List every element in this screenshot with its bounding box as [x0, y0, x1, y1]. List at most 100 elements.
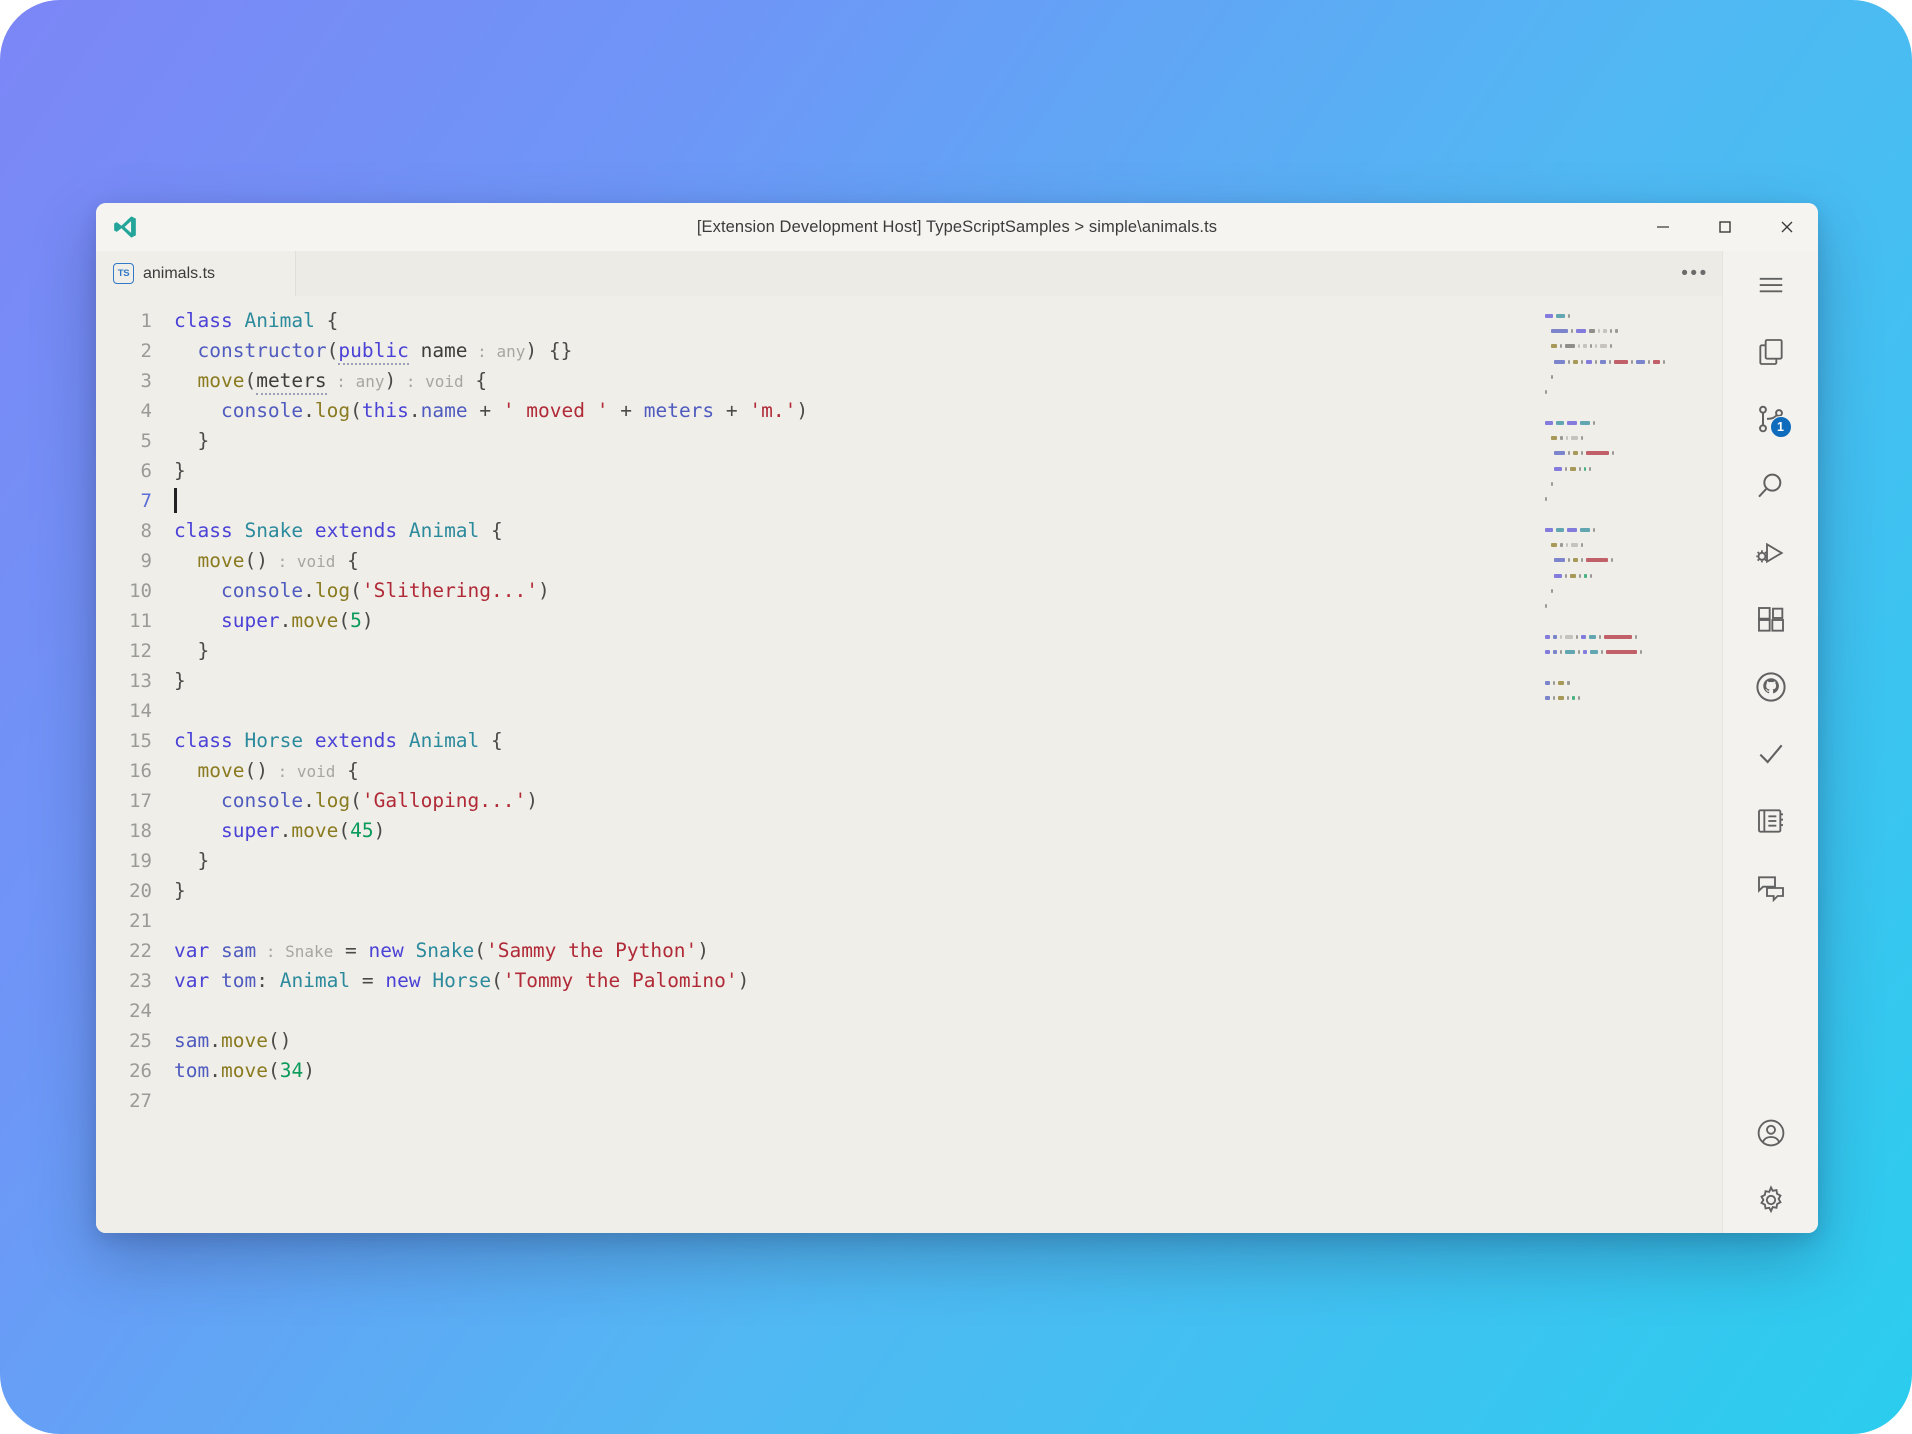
- minimap-token: [1610, 328, 1613, 333]
- minimap-token: [1599, 634, 1602, 639]
- minimap-line: [1545, 492, 1722, 507]
- minimap-token: [1653, 359, 1660, 364]
- minimize-button[interactable]: [1632, 203, 1694, 251]
- minimap-token: [1560, 650, 1563, 655]
- code-token: .: [209, 1029, 221, 1052]
- code-line[interactable]: 14: [96, 696, 1537, 726]
- vscode-logo-icon: [110, 212, 140, 242]
- activity-bar-item-run-and-debug[interactable]: [1723, 519, 1819, 586]
- close-button[interactable]: [1756, 203, 1818, 251]
- typescript-file-icon: TS: [113, 263, 134, 284]
- line-number: 7: [140, 490, 152, 512]
- code-line[interactable]: 10 console.log('Slithering...'): [96, 576, 1537, 606]
- activity-bar-item-notebook[interactable]: [1723, 787, 1819, 854]
- minimap-token: [1565, 573, 1568, 578]
- activity-bar-item-accounts[interactable]: [1723, 1099, 1819, 1166]
- code-line[interactable]: 17 console.log('Galloping...'): [96, 786, 1537, 816]
- code-token: (: [491, 969, 503, 992]
- activity-bar-item-search[interactable]: [1723, 452, 1819, 519]
- activity-bar-item-menu[interactable]: [1723, 251, 1819, 318]
- minimap[interactable]: [1537, 296, 1722, 1233]
- code-line[interactable]: 13}: [96, 666, 1537, 696]
- code-line[interactable]: 18 super.move(45): [96, 816, 1537, 846]
- activity-bar-item-chat[interactable]: [1723, 854, 1819, 921]
- maximize-button[interactable]: [1694, 203, 1756, 251]
- code-token: any: [355, 371, 385, 391]
- code-line[interactable]: 23 var tom: Animal = new Horse('Tommy the…: [96, 966, 1537, 996]
- code-token: class: [174, 729, 233, 752]
- code-text: }: [174, 666, 1537, 696]
- code-token: ' moved ': [502, 399, 609, 422]
- minimap-token: [1552, 634, 1558, 639]
- code-token: 5: [350, 609, 362, 632]
- code-token: (): [244, 758, 268, 782]
- code-token: (: [244, 368, 257, 392]
- code-text: sam.move(): [174, 1026, 1537, 1056]
- code-token: log: [314, 579, 351, 602]
- minimap-token: [1545, 696, 1550, 701]
- code-line[interactable]: 12 }: [96, 636, 1537, 666]
- activity-bar-item-settings[interactable]: [1723, 1166, 1819, 1233]
- minimap-line: [1545, 430, 1722, 445]
- activity-bar-item-github[interactable]: [1723, 653, 1819, 720]
- code-line[interactable]: 5 }: [96, 426, 1537, 456]
- code-line[interactable]: 21: [96, 906, 1537, 936]
- activity-bar-item-testing[interactable]: [1723, 720, 1819, 787]
- hamburger-menu-icon: [1756, 270, 1786, 300]
- code-text: class Snake extends Animal {: [174, 516, 1537, 546]
- code-line[interactable]: 25 sam.move(): [96, 1026, 1537, 1056]
- code-line[interactable]: 22 var sam : Snake = new Snake('Sammy the…: [96, 936, 1537, 966]
- code-token: tom: [220, 969, 257, 992]
- code-token: .: [279, 819, 292, 842]
- code-line[interactable]: 27: [96, 1086, 1537, 1116]
- code-line[interactable]: 24: [96, 996, 1537, 1026]
- code-token: (: [267, 1059, 280, 1082]
- activity-bar-item-source-control[interactable]: 1: [1723, 385, 1819, 452]
- code-line[interactable]: 11 super.move(5): [96, 606, 1537, 636]
- more-actions-button[interactable]: •••: [1668, 251, 1722, 296]
- activity-bar-item-explorer[interactable]: [1723, 318, 1819, 385]
- minimap-token: [1639, 650, 1642, 655]
- code-line[interactable]: 15 class Horse extends Animal {: [96, 726, 1537, 756]
- minimap-token: [1566, 436, 1569, 441]
- minimap-line: [1545, 369, 1722, 384]
- code-token: }: [197, 429, 210, 452]
- minimap-token: [1582, 344, 1588, 349]
- editor-column: TS animals.ts ••• 1 class Animal {2 const…: [96, 251, 1722, 1233]
- code-token: .: [303, 789, 315, 812]
- code-token: }: [197, 639, 210, 662]
- account-icon: [1755, 1117, 1787, 1149]
- tab-animals-ts[interactable]: TS animals.ts: [96, 251, 296, 296]
- minimap-token: [1565, 650, 1575, 655]
- code-editor[interactable]: 1 class Animal {2 constructor(public name…: [96, 296, 1722, 1233]
- code-line[interactable]: 19 }: [96, 846, 1537, 876]
- github-icon: [1755, 671, 1787, 703]
- code-line[interactable]: 8 class Snake extends Animal {: [96, 516, 1537, 546]
- code-token: class: [174, 309, 233, 332]
- code-line[interactable]: 16 move() : void {: [96, 756, 1537, 786]
- code-text: }: [174, 456, 1537, 486]
- code-lines-container[interactable]: 1 class Animal {2 constructor(public name…: [96, 296, 1537, 1233]
- code-line[interactable]: 4 console.log(this.name + ' moved ' + me…: [96, 396, 1537, 426]
- code-line[interactable]: 6}: [96, 456, 1537, 486]
- code-token: :: [267, 551, 297, 571]
- code-line[interactable]: 20}: [96, 876, 1537, 906]
- code-line[interactable]: 1 class Animal {: [96, 306, 1537, 336]
- line-number: 10: [129, 580, 152, 602]
- code-token: log: [314, 789, 351, 812]
- code-line[interactable]: 26 tom.move(34): [96, 1056, 1537, 1086]
- code-line[interactable]: 2 constructor(public name : any) {}: [96, 336, 1537, 366]
- activity-bar-item-extensions[interactable]: [1723, 586, 1819, 653]
- code-token: extends: [314, 519, 398, 542]
- code-token: constructor: [197, 338, 327, 362]
- minimap-line: [1545, 583, 1722, 598]
- code-line[interactable]: 7: [96, 486, 1537, 516]
- code-text: console.log('Galloping...'): [174, 786, 1537, 816]
- code-line[interactable]: 9 move() : void {: [96, 546, 1537, 576]
- code-line[interactable]: 3 move(meters : any) : void {: [96, 366, 1537, 396]
- minimap-token: [1560, 634, 1563, 639]
- line-number: 13: [129, 670, 152, 692]
- line-number: 1: [140, 310, 152, 332]
